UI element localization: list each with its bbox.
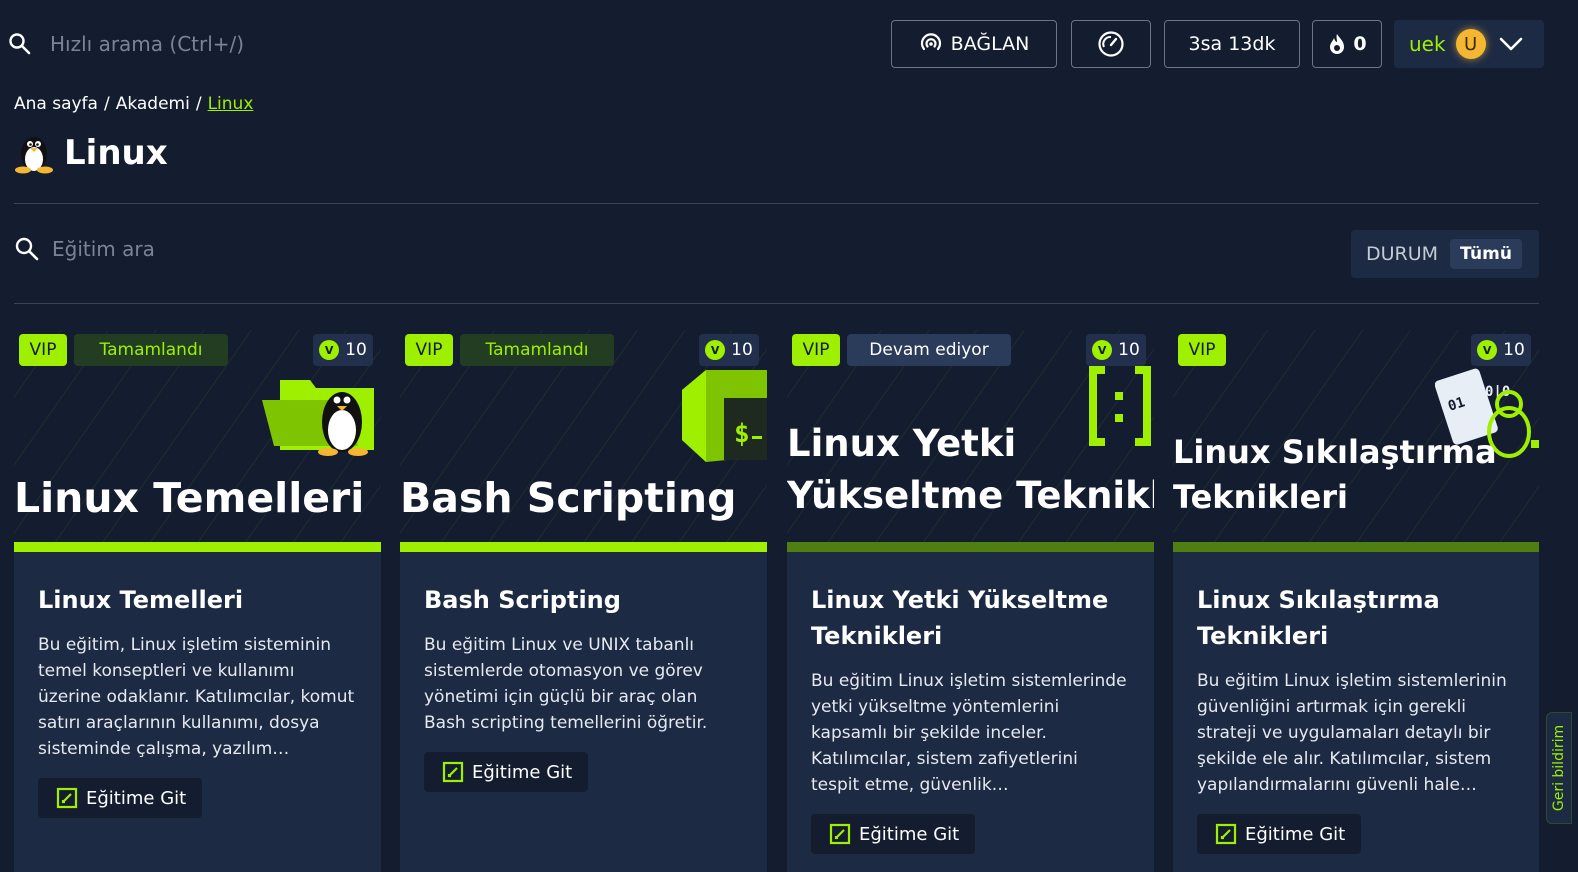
card-description: Bu eğitim, Linux işletim sisteminin teme… — [38, 635, 355, 759]
points-icon: V — [1092, 340, 1113, 360]
points-value: 10 — [731, 340, 753, 360]
status-filter-label: DURUM — [1366, 243, 1439, 265]
card-accent-bar — [787, 542, 1154, 552]
banner-title: Bash Scripting — [400, 474, 737, 522]
card-body: Linux Sıkılaştırma Teknikleri Bu eğitim … — [1173, 552, 1539, 854]
vip-badge: VIP — [19, 334, 67, 366]
vip-badge: VIP — [405, 334, 453, 366]
points-value: 10 — [1118, 340, 1140, 360]
status-badge: Devam ediyor — [847, 334, 1011, 366]
streak-button[interactable]: 0 — [1312, 20, 1382, 68]
card-description: Bu eğitim Linux işletim sistemlerinin gü… — [1197, 671, 1507, 795]
page-title: Linux — [64, 133, 168, 173]
external-link-icon — [829, 823, 851, 845]
status-badge: Tamamlandı — [460, 334, 614, 366]
card-banner: VIP V 10 01 0|0 Linux Sıkılaştırma Tekni… — [1173, 330, 1539, 542]
banner-title: Linux Temelleri — [14, 474, 365, 522]
status-filter[interactable]: DURUM Tümü — [1351, 230, 1539, 278]
bash-terminal-icon: $ — [682, 370, 767, 462]
quick-search[interactable] — [8, 26, 508, 62]
go-to-training-label: Eğitime Git — [1245, 823, 1346, 845]
feedback-tab[interactable]: Geri bildirim — [1546, 712, 1572, 824]
go-to-training-button[interactable]: Eğitime Git — [424, 752, 589, 792]
avatar: U — [1455, 29, 1486, 59]
card-body: Linux Temelleri Bu eğitim, Linux işletim… — [14, 552, 381, 818]
vip-badge: VIP — [1178, 334, 1226, 366]
banner-title-line: Linux Yetki — [787, 422, 1017, 465]
card-body: Bash Scripting Bu eğitim Linux ve UNIX t… — [400, 552, 767, 792]
go-to-training-label: Eğitime Git — [86, 787, 187, 809]
svg-text:$: $ — [734, 419, 750, 449]
breadcrumb-current[interactable]: Linux — [208, 94, 254, 114]
go-to-training-button[interactable]: Eğitime Git — [38, 778, 203, 818]
tux-penguin-icon — [15, 137, 53, 174]
status-badge: Tamamlandı — [74, 334, 228, 366]
external-link-icon — [1215, 823, 1237, 845]
divider — [14, 303, 1539, 304]
training-search[interactable] — [14, 236, 552, 262]
points-badge: V 10 — [699, 334, 759, 366]
connect-button[interactable]: BAĞLAN — [891, 20, 1057, 68]
card-banner: VIP Devam ediyor V 10 Linux Yetki Yüksel… — [787, 330, 1154, 542]
card-title: Bash Scripting — [424, 586, 621, 614]
card-title: Linux Yetki Yükseltme Teknikleri — [811, 586, 1109, 650]
go-to-training-button[interactable]: Eğitime Git — [1197, 814, 1362, 854]
vip-badge: VIP — [792, 334, 840, 366]
card-banner: VIP Tamamlandı V 10 Linux Temelleri — [14, 330, 381, 542]
speedometer-icon — [1098, 31, 1124, 57]
card-title: Linux Temelleri — [38, 586, 244, 614]
card-accent-bar — [1173, 542, 1539, 552]
breadcrumb-separator: / — [195, 94, 202, 114]
breadcrumb-academy[interactable]: Akademi — [116, 94, 190, 114]
search-icon — [15, 237, 39, 261]
feedback-label: Geri bildirim — [1551, 724, 1568, 812]
top-bar: BAĞLAN 3sa 13dk 0 uek U — [0, 0, 1578, 88]
username: uek — [1409, 32, 1446, 56]
training-card[interactable]: VIP V 10 01 0|0 Linux Sıkılaştırma Tekni… — [1173, 330, 1539, 872]
banner-title-line: Yükseltme Teknikler — [787, 473, 1154, 517]
training-card[interactable]: VIP Devam ediyor V 10 Linux Yetki Yüksel… — [787, 330, 1154, 872]
points-icon: V — [705, 340, 726, 360]
external-link-icon — [442, 761, 464, 783]
time-button[interactable]: 3sa 13dk — [1164, 20, 1300, 68]
quick-search-input[interactable] — [50, 32, 470, 56]
training-card[interactable]: VIP Tamamlandı V 10 $ Bash Scripting Bas… — [400, 330, 767, 872]
training-search-input[interactable] — [52, 237, 552, 261]
banner-title-line: Teknikleri — [1173, 477, 1349, 516]
banner-title: Linux Yetki Yükseltme Teknikler — [787, 418, 1154, 522]
points-icon: V — [319, 340, 340, 360]
go-to-training-button[interactable]: Eğitime Git — [811, 814, 976, 854]
card-description: Bu eğitim Linux ve UNIX tabanlı sistemle… — [424, 635, 708, 733]
card-description: Bu eğitim Linux işletim sistemlerinde ye… — [811, 671, 1127, 795]
chevron-down-icon — [1499, 37, 1522, 51]
page-header: Linux — [14, 132, 168, 174]
speedometer-button[interactable] — [1071, 20, 1151, 68]
folder-penguin-icon — [262, 380, 374, 456]
divider — [14, 203, 1539, 204]
points-badge: V 10 — [313, 334, 373, 366]
training-card[interactable]: VIP Tamamlandı V 10 Linux Temelleri Linu… — [14, 330, 381, 872]
status-filter-value[interactable]: Tümü — [1450, 239, 1522, 269]
go-to-training-label: Eğitime Git — [472, 761, 573, 783]
card-accent-bar — [14, 542, 381, 552]
points-value: 10 — [345, 340, 367, 360]
breadcrumb: Ana sayfa / Akademi / Linux — [14, 94, 253, 114]
card-banner: VIP Tamamlandı V 10 $ Bash Scripting — [400, 330, 767, 542]
card-body: Linux Yetki Yükseltme Teknikleri Bu eğit… — [787, 552, 1154, 854]
breadcrumb-separator: / — [103, 94, 110, 114]
card-accent-bar — [400, 542, 767, 552]
streak-count: 0 — [1353, 33, 1367, 55]
broadcast-icon — [920, 33, 941, 51]
user-menu[interactable]: uek U — [1394, 20, 1544, 68]
card-title: Linux Sıkılaştırma Teknikleri — [1197, 586, 1440, 650]
breadcrumb-home[interactable]: Ana sayfa — [14, 94, 98, 114]
connect-label: BAĞLAN — [950, 33, 1030, 55]
time-remaining: 3sa 13dk — [1188, 33, 1276, 55]
external-link-icon — [56, 787, 78, 809]
banner-title-line: Linux Sıkılaştırma — [1173, 433, 1497, 471]
banner-title: Linux Sıkılaştırma Teknikleri — [1173, 430, 1497, 520]
go-to-training-label: Eğitime Git — [859, 823, 960, 845]
search-icon — [9, 33, 31, 55]
fire-icon — [1330, 34, 1345, 54]
